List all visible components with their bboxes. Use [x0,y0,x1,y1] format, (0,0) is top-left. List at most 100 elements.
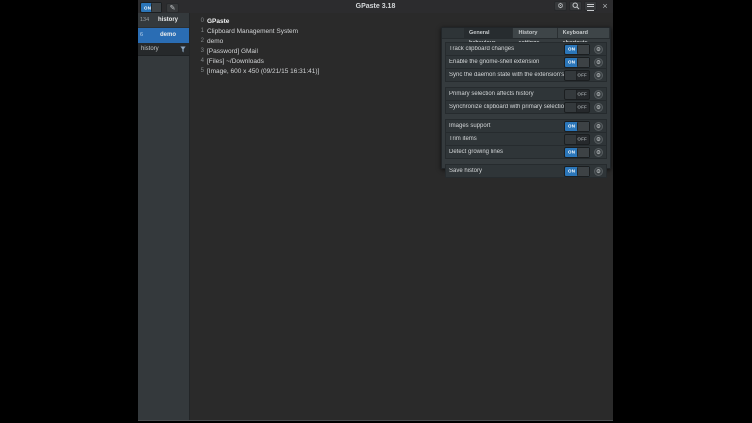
history-item-count: 134 [138,17,153,23]
item-text: GPaste [207,18,229,25]
setting-label: Enable the gnome-shell extension [449,59,564,65]
switch-knob [565,71,577,80]
history-list-area: 0 GPaste 1 Clipboard Management System 2… [190,13,613,420]
switch-knob [565,135,577,144]
history-sidebar: 134 history 6 demo history [138,13,190,420]
setting-row-track-clipboard-changes: Track clipboard changes ON ⚙ [446,43,606,55]
reset-icon: ⚙ [596,105,601,111]
tab-history-settings[interactable]: History settings [513,28,557,38]
reset-button[interactable]: ⚙ [594,135,603,144]
switch-knob [577,45,589,54]
switch-knob [577,58,589,67]
tab-general-behaviour[interactable]: General behaviour [464,28,513,38]
setting-row-sync-daemon-state: Sync the daemon state with the extension… [446,68,606,81]
reset-button[interactable]: ⚙ [594,167,603,176]
tracking-switch[interactable]: ON [140,2,162,13]
switch-knob [577,167,589,176]
setting-switch[interactable]: ON [564,121,590,132]
item-text: [Image, 600 x 450 (09/21/15 16:31:41)] [207,68,319,75]
switch-state-label: OFF [577,105,587,110]
new-item-button[interactable]: ✎ [166,3,179,13]
setting-switch[interactable]: ON [564,57,590,68]
switch-state-label: OFF [577,92,587,97]
history-search-value: history [141,46,180,52]
switch-knob [565,90,577,99]
list-item[interactable]: 0 GPaste [190,16,613,26]
funnel-icon [180,46,186,53]
search-icon [570,2,581,10]
switch-state-label: OFF [577,73,587,78]
setting-switch[interactable]: OFF [564,134,590,145]
item-text: demo [207,38,223,45]
gpaste-window: GPaste 3.18 ON ✎ ⚙ [138,0,613,421]
setting-label: Primary selection affects history [449,91,564,97]
reset-icon: ⚙ [596,150,601,156]
setting-row-images-support: Images support ON ⚙ [446,120,606,132]
reset-icon: ⚙ [596,169,601,175]
settings-group: Track clipboard changes ON ⚙ Enable the … [445,42,607,82]
switch-knob [577,148,589,157]
setting-label: Sync the daemon state with the extension… [449,72,564,78]
setting-row-enable-gnome-shell-extension: Enable the gnome-shell extension ON ⚙ [446,55,606,68]
reset-button[interactable]: ⚙ [594,122,603,131]
reset-button[interactable]: ⚙ [594,45,603,54]
desktop: GPaste 3.18 ON ✎ ⚙ [0,0,752,423]
settings-group: Primary selection affects history OFF ⚙ … [445,87,607,114]
history-row-history[interactable]: 134 history [138,13,189,28]
history-search-input[interactable]: history [138,43,189,56]
setting-switch[interactable]: OFF [564,89,590,100]
settings-group: Images support ON ⚙ Trim items [445,119,607,159]
item-index: 2 [198,38,204,44]
edit-icon: ✎ [170,5,176,12]
switch-state-label: ON [568,150,575,155]
titlebar-left-controls: ON ✎ [140,2,179,13]
tab-keyboard-shortcuts[interactable]: Keyboard shortcuts [558,28,610,38]
switch-state-label: ON [568,47,575,52]
setting-label: Trim items [449,136,564,142]
setting-row-detect-growing-lines: Detect growing lines ON ⚙ [446,145,606,158]
reset-button[interactable]: ⚙ [594,90,603,99]
search-button[interactable] [569,1,582,11]
setting-switch[interactable]: ON [564,166,590,177]
reset-icon: ⚙ [596,124,601,130]
item-index: 0 [198,18,204,24]
setting-label: Save history [449,168,564,174]
preferences-button[interactable]: ⚙ [554,1,567,11]
reset-button[interactable]: ⚙ [594,58,603,67]
titlebar: GPaste 3.18 ON ✎ ⚙ [138,0,613,14]
close-button[interactable]: × [599,1,611,11]
switch-knob [577,122,589,131]
switch-state-label: ON [568,124,575,129]
setting-switch[interactable]: OFF [564,102,590,113]
reset-icon: ⚙ [596,73,601,79]
setting-row-primary-selection-affects-history: Primary selection affects history OFF ⚙ [446,88,606,100]
menu-icon [587,4,594,11]
switch-knob [565,103,577,112]
close-icon: × [602,1,607,11]
settings-group: Save history ON ⚙ [445,164,607,178]
reset-button[interactable]: ⚙ [594,148,603,157]
item-index: 4 [198,58,204,64]
reset-icon: ⚙ [596,92,601,98]
setting-row-synchronize-clipboard-primary: Synchronize clipboard with primary selec… [446,100,606,113]
history-item-count: 6 [138,32,153,38]
reset-icon: ⚙ [596,60,601,66]
switch-state-label: ON [568,169,575,174]
reset-icon: ⚙ [596,137,601,143]
setting-switch[interactable]: ON [564,44,590,55]
setting-label: Detect growing lines [449,149,564,155]
item-index: 3 [198,48,204,54]
reset-button[interactable]: ⚙ [594,71,603,80]
history-name: history [153,17,189,23]
reset-button[interactable]: ⚙ [594,103,603,112]
setting-row-trim-items: Trim items OFF ⚙ [446,132,606,145]
gear-icon: ⚙ [557,3,563,10]
setting-switch[interactable]: OFF [564,70,590,81]
menu-button[interactable] [584,1,597,11]
reset-icon: ⚙ [596,47,601,53]
setting-row-save-history: Save history ON ⚙ [446,165,606,177]
switch-state-label: OFF [577,137,587,142]
switch-state-label: ON [568,60,575,65]
history-row-demo[interactable]: 6 demo [138,28,189,43]
setting-switch[interactable]: ON [564,147,590,158]
